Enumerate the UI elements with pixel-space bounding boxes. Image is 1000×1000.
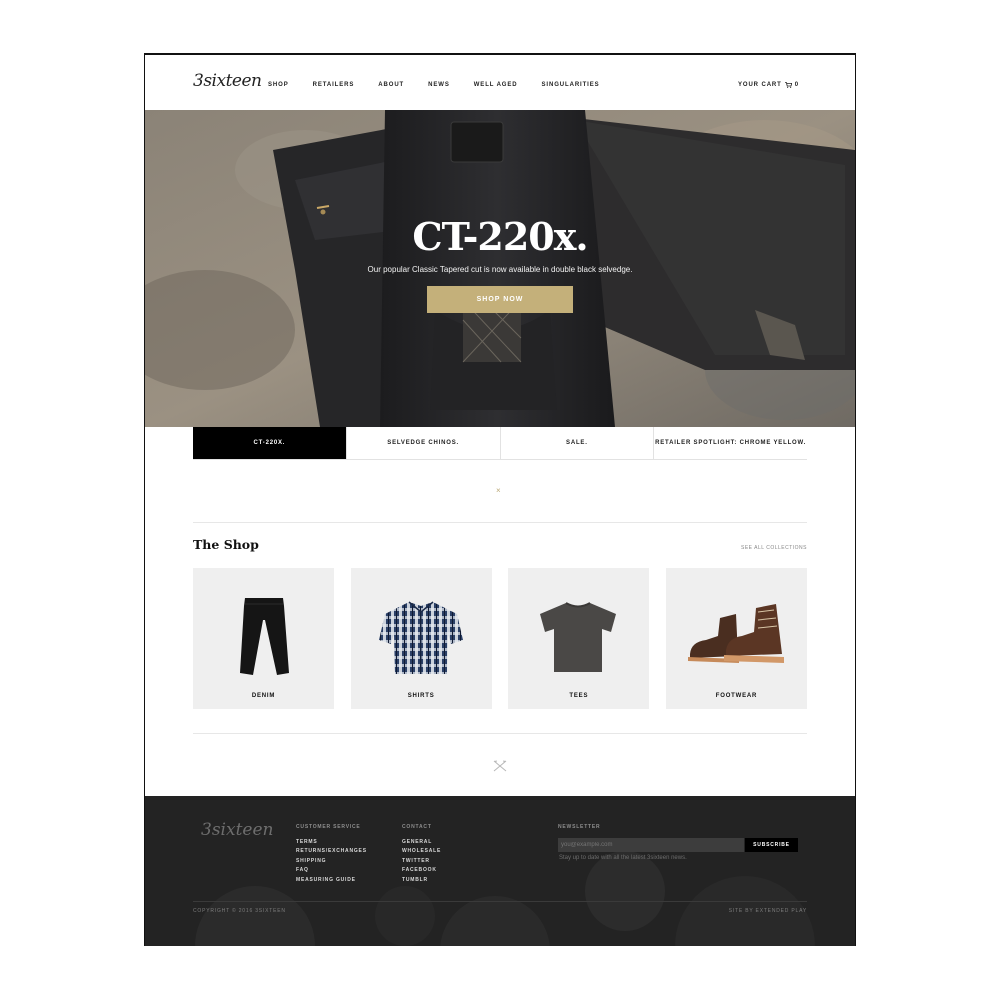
hero-title: CT-220x.	[412, 214, 588, 259]
subscribe-button[interactable]: SUBSCRIBE	[745, 838, 798, 852]
slide-tabs: CT-220X. SELVEDGE CHINOS. SALE. RETAILER…	[193, 427, 807, 460]
nav-news[interactable]: NEWS	[428, 82, 450, 88]
footer-link-faq[interactable]: FAQ	[296, 866, 367, 875]
footer-link-shipping[interactable]: SHIPPING	[296, 857, 367, 866]
footer-link-twitter[interactable]: TWITTER	[402, 857, 441, 866]
tab-sale[interactable]: SALE.	[501, 427, 655, 459]
denim-pants-icon	[240, 598, 289, 675]
category-label-shirts: SHIRTS	[407, 693, 435, 699]
footer-link-tumblr[interactable]: TUMBLR	[402, 876, 441, 885]
nav-well-aged[interactable]: WELL AGED	[474, 82, 518, 88]
category-card-footwear[interactable]: FOOTWEAR	[665, 568, 807, 709]
footer-link-wholesale[interactable]: WHOLESALE	[402, 847, 441, 856]
footer-divider	[193, 901, 807, 902]
nav-shop[interactable]: SHOP	[268, 82, 289, 88]
footer-customer-service: CUSTOMER SERVICE TERMS RETURNS/EXCHANGES…	[296, 824, 367, 885]
shop-heading: The Shop	[193, 537, 259, 552]
category-card-denim[interactable]: DENIM	[193, 568, 334, 709]
shop-category-grid: DENIM SHIRTS TEES FOOTWEAR	[193, 568, 807, 709]
section-divider	[193, 522, 807, 523]
newsletter-heading: NEWSLETTER	[558, 824, 601, 830]
browser-page-frame: 3sixteen SHOP RETAILERS ABOUT NEWS WELL …	[144, 53, 856, 946]
category-card-tees[interactable]: TEES	[508, 568, 650, 709]
tee-shirt-icon	[540, 602, 617, 672]
footer-contact: CONTACT GENERAL WHOLESALE TWITTER FACEBO…	[402, 824, 441, 885]
footer-link-facebook[interactable]: FACEBOOK	[402, 866, 441, 875]
cart-count: 0	[794, 82, 799, 88]
footer-link-measuring-guide[interactable]: MEASURING GUIDE	[296, 876, 367, 885]
cart-link[interactable]: YOUR CART 0	[738, 82, 799, 88]
footer-link-returns[interactable]: RETURNS/EXCHANGES	[296, 847, 367, 856]
category-label-footwear: FOOTWEAR	[715, 693, 758, 699]
site-header: 3sixteen SHOP RETAILERS ABOUT NEWS WELL …	[145, 55, 855, 110]
tab-selvedge-chinos[interactable]: SELVEDGE CHINOS.	[347, 427, 501, 459]
footer-link-general[interactable]: GENERAL	[402, 838, 441, 847]
copyright-text: COPYRIGHT © 2016 3SIXTEEN	[193, 908, 286, 914]
newsletter-note: Stay up to date with all the latest 3six…	[559, 855, 687, 861]
category-card-shirts[interactable]: SHIRTS	[350, 568, 492, 709]
hero-subtitle: Our popular Classic Tapered cut is now a…	[367, 265, 633, 274]
section-divider	[193, 733, 807, 734]
nav-singularities[interactable]: SINGULARITIES	[542, 82, 600, 88]
boot-icon	[687, 604, 784, 663]
category-label-denim: DENIM	[251, 693, 276, 699]
footer-link-terms[interactable]: TERMS	[296, 838, 367, 847]
tab-ct-220x[interactable]: CT-220X.	[193, 427, 347, 459]
category-label-tees: TEES	[569, 693, 589, 699]
site-credit-link[interactable]: SITE BY EXTENDED PLAY	[729, 908, 807, 914]
shop-now-button[interactable]: SHOP NOW	[427, 286, 573, 313]
nav-retailers[interactable]: RETAILERS	[313, 82, 355, 88]
nav-about[interactable]: ABOUT	[378, 82, 404, 88]
cart-icon	[784, 82, 792, 88]
contact-heading: CONTACT	[402, 824, 432, 830]
site-logo[interactable]: 3sixteen	[193, 71, 262, 91]
see-all-collections-link[interactable]: SEE ALL COLLECTIONS	[741, 545, 807, 551]
cross-divider-icon: ×	[496, 486, 501, 495]
hero-banner: CT-220x. Our popular Classic Tapered cut…	[145, 110, 855, 427]
cart-label: YOUR CART	[737, 82, 782, 88]
footer-logo[interactable]: 3sixteen	[201, 820, 273, 840]
footer-background-image	[145, 796, 855, 946]
crossed-axes-icon	[493, 760, 507, 772]
customer-service-heading: CUSTOMER SERVICE	[296, 824, 361, 830]
plaid-shirt-icon	[378, 601, 463, 674]
tab-retailer-spotlight[interactable]: RETAILER SPOTLIGHT: CHROME YELLOW.	[654, 427, 807, 459]
newsletter-email-input[interactable]	[558, 838, 744, 852]
site-footer: 3sixteen CUSTOMER SERVICE TERMS RETURNS/…	[145, 796, 855, 946]
main-nav: SHOP RETAILERS ABOUT NEWS WELL AGED SING…	[268, 82, 624, 88]
footer-newsletter: NEWSLETTER	[558, 824, 600, 838]
